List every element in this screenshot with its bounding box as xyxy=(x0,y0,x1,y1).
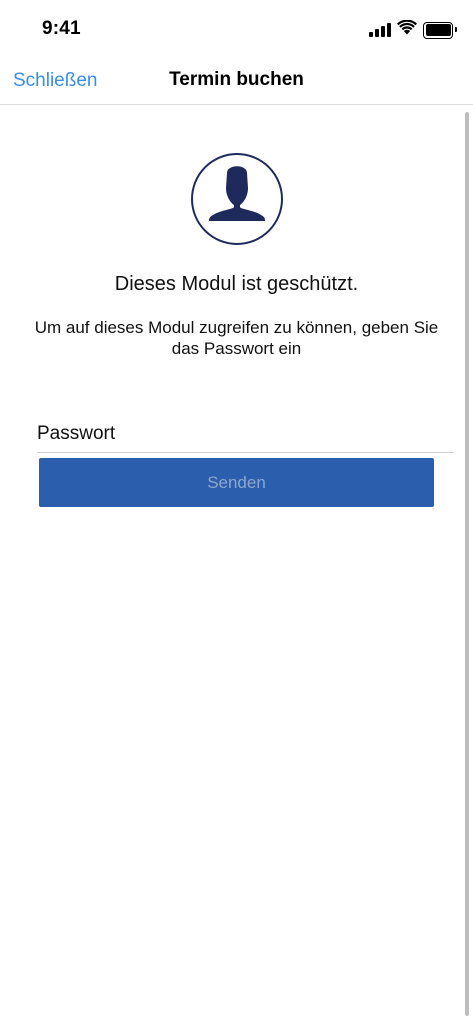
battery-icon xyxy=(423,21,457,39)
scroll-indicator[interactable] xyxy=(465,112,469,1016)
wifi-icon xyxy=(397,19,417,40)
status-time: 9:41 xyxy=(42,18,81,39)
screen: 9:41 Schließen Termin buchen Dieses Modu… xyxy=(0,0,473,1024)
page-title: Termin buchen xyxy=(169,69,304,90)
status-icons xyxy=(369,19,457,40)
send-button[interactable]: Senden xyxy=(39,458,434,507)
protected-module-heading: Dieses Modul ist geschützt. xyxy=(114,273,359,295)
user-silhouette-icon xyxy=(191,153,283,245)
signal-icon xyxy=(369,23,391,37)
password-instruction-text: Um auf dieses Modul zugreifen zu können,… xyxy=(34,318,439,358)
navigation-bar: Schließen Termin buchen xyxy=(0,56,473,105)
status-bar: 9:41 xyxy=(0,0,473,56)
password-field[interactable] xyxy=(37,416,454,453)
